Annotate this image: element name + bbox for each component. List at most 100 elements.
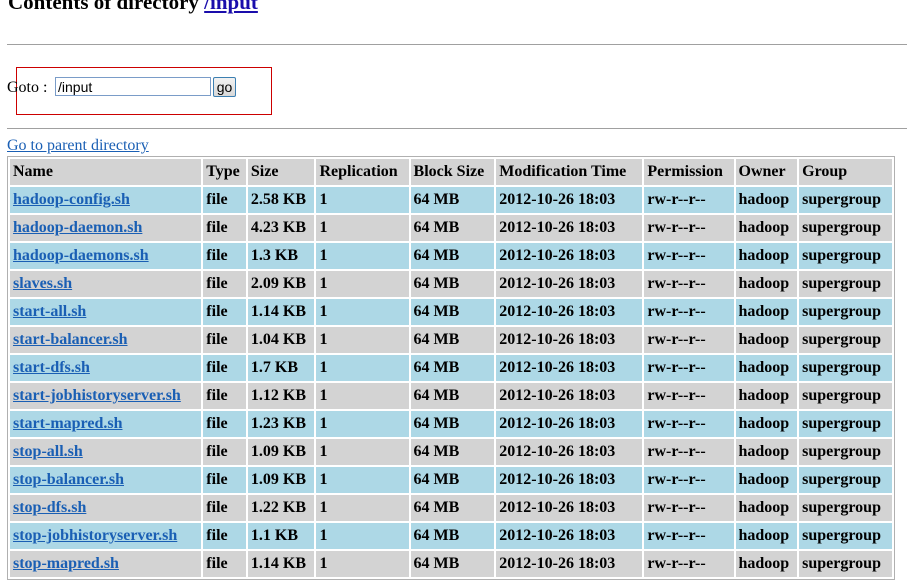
cell-modification-time: 2012-10-26 18:03 (496, 523, 643, 549)
cell-type: file (203, 271, 246, 297)
cell-replication: 1 (316, 551, 409, 577)
cell-block-size: 64 MB (410, 495, 495, 521)
cell-replication: 1 (316, 271, 409, 297)
table-row: stop-mapred.sh file 1.14 KB 1 64 MB 2012-10-2… (10, 551, 892, 577)
cell-group: supergroup (799, 523, 892, 549)
cell-type: file (203, 327, 246, 353)
file-name-link[interactable]: start-mapred.sh (13, 415, 122, 432)
cell-modification-time: 2012-10-26 18:03 (496, 327, 643, 353)
cell-owner: hadoop (735, 411, 798, 437)
cell-permission: rw-r--r-- (644, 467, 734, 493)
cell-owner: hadoop (735, 187, 798, 213)
go-button[interactable]: go (213, 77, 236, 97)
table-row: stop-balancer.sh file 1.09 KB 1 64 MB 2012-10… (10, 467, 892, 493)
cell-owner: hadoop (735, 327, 798, 353)
cell-permission: rw-r--r-- (644, 271, 734, 297)
column-header-group: Group (799, 159, 892, 185)
file-name-link[interactable]: stop-dfs.sh (13, 499, 86, 516)
cell-modification-time: 2012-10-26 18:03 (496, 383, 643, 409)
column-header-owner: Owner (735, 159, 798, 185)
cell-name: hadoop-daemon.sh (10, 215, 202, 241)
cell-permission: rw-r--r-- (644, 327, 734, 353)
cell-size: 1.3 KB (247, 243, 315, 269)
cell-type: file (203, 299, 246, 325)
column-header-name: Name (10, 159, 202, 185)
cell-owner: hadoop (735, 551, 798, 577)
cell-name: start-jobhistoryserver.sh (10, 383, 202, 409)
heading-text: Contents of directory (8, 0, 205, 14)
divider-top (7, 44, 907, 45)
cell-permission: rw-r--r-- (644, 187, 734, 213)
file-name-link[interactable]: hadoop-daemon.sh (13, 219, 142, 236)
cell-size: 2.09 KB (247, 271, 315, 297)
cell-owner: hadoop (735, 355, 798, 381)
cell-type: file (203, 355, 246, 381)
cell-name: start-mapred.sh (10, 411, 202, 437)
cell-owner: hadoop (735, 383, 798, 409)
file-name-link[interactable]: start-balancer.sh (13, 331, 128, 348)
cell-block-size: 64 MB (410, 355, 495, 381)
cell-name: stop-all.sh (10, 439, 202, 465)
cell-replication: 1 (316, 439, 409, 465)
cell-size: 1.23 KB (247, 411, 315, 437)
file-name-link[interactable]: stop-balancer.sh (13, 471, 124, 488)
cell-size: 2.58 KB (247, 187, 315, 213)
cell-name: stop-mapred.sh (10, 551, 202, 577)
cell-type: file (203, 411, 246, 437)
table-row: stop-jobhistoryserver.sh file 1.1 KB 1 64 MB… (10, 523, 892, 549)
cell-size: 1.7 KB (247, 355, 315, 381)
file-name-link[interactable]: hadoop-config.sh (13, 191, 130, 208)
cell-owner: hadoop (735, 439, 798, 465)
cell-replication: 1 (316, 523, 409, 549)
file-name-link[interactable]: start-dfs.sh (13, 359, 90, 376)
cell-size: 1.22 KB (247, 495, 315, 521)
cell-block-size: 64 MB (410, 187, 495, 213)
cell-group: supergroup (799, 299, 892, 325)
cell-block-size: 64 MB (410, 383, 495, 409)
cell-replication: 1 (316, 215, 409, 241)
cell-owner: hadoop (735, 215, 798, 241)
cell-block-size: 64 MB (410, 271, 495, 297)
cell-owner: hadoop (735, 299, 798, 325)
file-name-link[interactable]: hadoop-daemons.sh (13, 247, 149, 264)
cell-name: start-dfs.sh (10, 355, 202, 381)
cell-group: supergroup (799, 187, 892, 213)
cell-replication: 1 (316, 411, 409, 437)
table-body: hadoop-config.sh file 2.58 KB 1 64 MB 2012-10… (10, 187, 892, 577)
parent-directory-link[interactable]: Go to parent directory (7, 137, 149, 155)
cell-size: 1.09 KB (247, 467, 315, 493)
file-name-link[interactable]: slaves.sh (13, 275, 72, 292)
column-header-type: Type (203, 159, 246, 185)
cell-size: 1.09 KB (247, 439, 315, 465)
cell-modification-time: 2012-10-26 18:03 (496, 495, 643, 521)
cell-replication: 1 (316, 327, 409, 353)
table-row: stop-dfs.sh file 1.22 KB 1 64 MB 2012-10-26 1… (10, 495, 892, 521)
heading-directory-link[interactable]: /input (204, 0, 258, 14)
cell-type: file (203, 187, 246, 213)
file-name-link[interactable]: stop-all.sh (13, 443, 83, 460)
cell-modification-time: 2012-10-26 18:03 (496, 187, 643, 213)
cell-replication: 1 (316, 383, 409, 409)
file-name-link[interactable]: stop-mapred.sh (13, 555, 119, 572)
cell-permission: rw-r--r-- (644, 215, 734, 241)
cell-type: file (203, 523, 246, 549)
table-row: start-all.sh file 1.14 KB 1 64 MB 2012-10-26 … (10, 299, 892, 325)
cell-block-size: 64 MB (410, 215, 495, 241)
cell-permission: rw-r--r-- (644, 551, 734, 577)
cell-block-size: 64 MB (410, 411, 495, 437)
file-name-link[interactable]: start-all.sh (13, 303, 86, 320)
cell-name: hadoop-daemons.sh (10, 243, 202, 269)
file-name-link[interactable]: stop-jobhistoryserver.sh (13, 527, 177, 544)
divider-bottom (7, 128, 907, 129)
column-header-modification-time: Modification Time (496, 159, 643, 185)
table-row: hadoop-daemon.sh file 4.23 KB 1 64 MB 2012-10… (10, 215, 892, 241)
file-name-link[interactable]: start-jobhistoryserver.sh (13, 387, 181, 404)
cell-size: 1.14 KB (247, 551, 315, 577)
goto-path-input[interactable] (55, 77, 211, 96)
cell-name: stop-dfs.sh (10, 495, 202, 521)
column-header-size: Size (247, 159, 315, 185)
table-row: start-mapred.sh file 1.23 KB 1 64 MB 2012-10-… (10, 411, 892, 437)
table-row: slaves.sh file 2.09 KB 1 64 MB 2012-10-26 18:… (10, 271, 892, 297)
cell-block-size: 64 MB (410, 299, 495, 325)
table-row: start-dfs.sh file 1.7 KB 1 64 MB 2012-10-26 1… (10, 355, 892, 381)
